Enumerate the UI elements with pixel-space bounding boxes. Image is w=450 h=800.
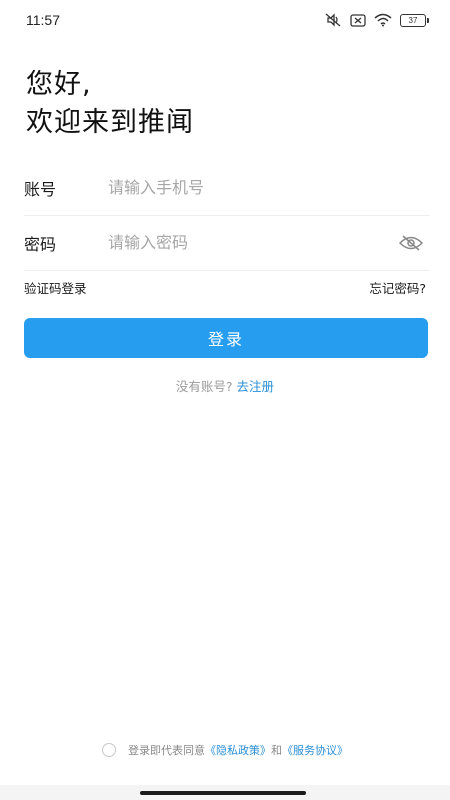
greeting: 您好, 欢迎来到推闻 <box>26 66 194 142</box>
status-icons: 37 <box>324 13 429 27</box>
password-row: 密码 <box>24 215 430 271</box>
home-indicator[interactable] <box>140 791 306 795</box>
register-row: 没有账号? 去注册 <box>0 376 450 395</box>
password-label: 密码 <box>24 234 57 254</box>
register-prompt: 没有账号? <box>175 379 233 394</box>
agreement-and: 和 <box>271 744 282 757</box>
eye-off-icon <box>399 234 423 251</box>
greeting-line-1: 您好, <box>26 69 92 100</box>
agreement-checkbox[interactable] <box>102 743 116 757</box>
account-input[interactable] <box>108 178 430 197</box>
wifi-icon <box>374 13 392 27</box>
links-row: 验证码登录 忘记密码? <box>24 278 426 297</box>
status-bar: 11:57 37 <box>0 0 450 40</box>
service-agreement-link[interactable]: 《服务协议》 <box>282 742 348 758</box>
status-time: 11:57 <box>26 12 60 28</box>
agreement-prefix: 登录即代表同意 <box>128 744 205 757</box>
mute-icon <box>324 13 342 27</box>
agreement-row: 登录即代表同意 《隐私政策》 和 《服务协议》 <box>0 742 450 758</box>
account-label: 账号 <box>24 179 57 199</box>
sim-off-icon <box>350 13 366 27</box>
password-visibility-toggle[interactable] <box>396 231 426 255</box>
battery-icon: 37 <box>400 13 429 27</box>
login-button[interactable]: 登录 <box>24 318 428 358</box>
login-screen: 11:57 37 您好, 欢迎来到推闻 账号 请输入手机号 密码 验证码登录 忘… <box>0 0 450 800</box>
greeting-line-2: 欢迎来到推闻 <box>26 107 194 138</box>
battery-level: 37 <box>408 15 418 25</box>
account-row: 账号 <box>24 160 430 216</box>
sms-login-link[interactable]: 验证码登录 <box>24 278 87 297</box>
privacy-policy-link[interactable]: 《隐私政策》 <box>205 742 271 758</box>
forgot-password-link[interactable]: 忘记密码? <box>369 278 426 297</box>
password-input[interactable] <box>108 233 396 252</box>
register-link[interactable]: 去注册 <box>237 379 275 394</box>
